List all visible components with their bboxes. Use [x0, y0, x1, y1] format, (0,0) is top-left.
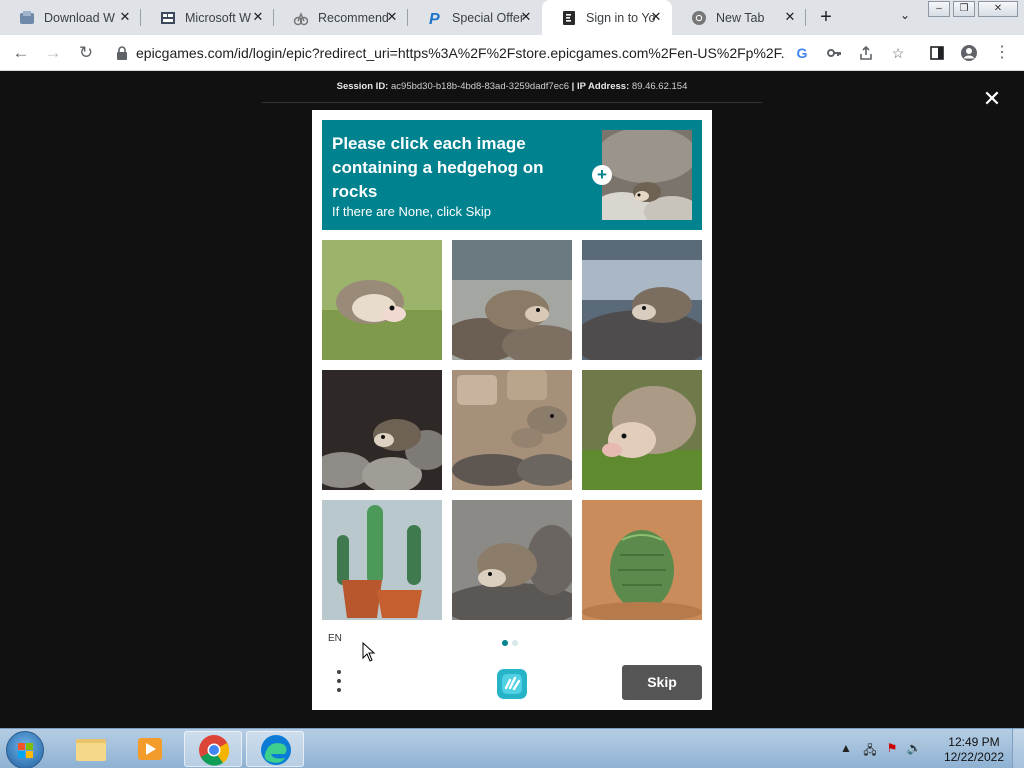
clock[interactable]: 12:49 PM 12/22/2022 [944, 735, 1004, 765]
windows-start-button[interactable] [6, 731, 44, 768]
chrome-taskbar-icon[interactable] [184, 731, 242, 767]
browser-toolbar: ← → ↻ epicgames.com/id/login/epic?redire… [0, 35, 1024, 71]
url-text: epicgames.com/id/login/epic?redirect_uri… [136, 45, 786, 61]
close-icon[interactable]: ✕ [518, 9, 534, 25]
chrome-icon [690, 9, 708, 27]
skip-button[interactable]: Skip [622, 665, 702, 700]
forward-arrow-icon[interactable]: → [42, 42, 64, 64]
microsoft-site-icon [159, 9, 177, 27]
image-tile[interactable] [322, 500, 442, 620]
page-content: Session ID: ac95bd30-b18b-4bd8-83ad-3259… [0, 71, 1024, 728]
image-tile[interactable] [582, 370, 702, 490]
tab-title: New Tab [716, 10, 765, 25]
image-tile[interactable] [322, 240, 442, 360]
language-selector[interactable]: EN [328, 633, 342, 644]
tab-title: Special Offer [452, 10, 525, 25]
close-icon[interactable]: ✕ [117, 9, 133, 25]
epic-games-icon [560, 9, 578, 27]
ip-address: 89.46.62.154 [631, 81, 688, 92]
clock-date: 12/22/2022 [943, 750, 1004, 764]
address-bar[interactable]: epicgames.com/id/login/epic?redirect_uri… [106, 39, 786, 67]
reload-icon[interactable]: ↻ [75, 42, 97, 64]
file-explorer-icon[interactable] [62, 731, 120, 767]
tab-title: Download W [44, 10, 115, 25]
taskbar: ▲ 🖧 ⚑ 🔊 12:49 PM 12/22/2022 [0, 728, 1024, 768]
captcha-prompt: Please click each image containing a hed… [332, 134, 544, 201]
download-site-icon [18, 9, 36, 27]
close-icon[interactable]: ✕ [782, 9, 798, 25]
side-panel-icon[interactable] [927, 43, 947, 63]
divider [262, 102, 762, 103]
new-tab-button[interactable]: + [815, 6, 837, 28]
restore-button[interactable]: ❐ [953, 1, 975, 17]
tab-new-tab[interactable]: New Tab ✕ [672, 0, 806, 35]
back-arrow-icon[interactable]: ← [10, 42, 32, 64]
captcha-subprompt: If there are None, click Skip [332, 204, 491, 219]
image-tile[interactable] [452, 500, 572, 620]
window-close-button[interactable]: ✕ [978, 1, 1018, 17]
image-grid [322, 240, 702, 620]
session-label: Session ID: [336, 81, 389, 92]
page-dot [512, 640, 518, 646]
recommend-site-icon [292, 9, 310, 27]
close-icon[interactable]: ✕ [250, 9, 266, 25]
volume-icon[interactable]: 🔊 [906, 741, 922, 757]
session-separator: | [571, 81, 575, 92]
page-dot-active [502, 640, 508, 646]
close-icon[interactable]: ✕ [648, 9, 664, 25]
image-tile[interactable] [322, 370, 442, 490]
tab-title: Microsoft W [185, 10, 251, 25]
reference-image[interactable] [602, 130, 692, 220]
image-tile[interactable] [452, 240, 572, 360]
tab-sign-in[interactable]: Sign in to Yo ✕ [542, 0, 672, 35]
star-icon[interactable]: ☆ [888, 43, 908, 63]
show-hidden-icons[interactable]: ▲ [838, 741, 854, 757]
mouse-cursor-icon [362, 641, 376, 667]
session-id: ac95bd30-b18b-4bd8-83ad-3259dadf7ec6 [391, 81, 570, 92]
clock-time: 12:49 PM [948, 735, 1000, 749]
tab-separator [805, 9, 806, 26]
lock-icon [116, 46, 128, 60]
profile-avatar-icon[interactable] [959, 43, 979, 63]
image-tile[interactable] [582, 500, 702, 620]
chevron-down-icon[interactable]: ⌄ [895, 8, 915, 26]
tab-special-offer[interactable]: P Special Offer ✕ [408, 0, 542, 35]
close-icon[interactable]: ✕ [384, 9, 400, 25]
image-tile[interactable] [582, 240, 702, 360]
tab-strip: Download W ✕ Microsoft W ✕ Recommend ✕ P… [0, 0, 1024, 35]
paypal-icon: P [426, 9, 444, 27]
close-icon[interactable]: ✕ [982, 88, 1002, 110]
captcha-challenge: Please click each image containing a hed… [312, 110, 712, 710]
image-tile[interactable] [452, 370, 572, 490]
plus-icon[interactable]: + [592, 165, 612, 185]
show-desktop-button[interactable] [1012, 729, 1024, 768]
kebab-menu-icon[interactable]: ⋮ [992, 43, 1012, 63]
key-icon[interactable] [824, 43, 844, 63]
action-center-icon[interactable]: ⚑ [884, 741, 900, 757]
tab-title: Recommend [318, 10, 389, 25]
share-icon[interactable] [856, 43, 876, 63]
system-tray: ▲ 🖧 ⚑ 🔊 12:49 PM 12/22/2022 [834, 729, 1024, 768]
tab-microsoft[interactable]: Microsoft W ✕ [141, 0, 274, 35]
edge-taskbar-icon[interactable] [246, 731, 304, 767]
media-player-icon[interactable] [122, 731, 180, 767]
svg-text:P: P [429, 11, 440, 26]
hcaptcha-logo-icon[interactable] [494, 666, 530, 702]
captcha-prompt-banner: Please click each image containing a hed… [322, 120, 702, 230]
network-icon[interactable]: 🖧 [862, 741, 878, 757]
more-options-icon[interactable] [334, 668, 344, 696]
tab-download[interactable]: Download W ✕ [0, 0, 141, 35]
ip-label: IP Address: [576, 81, 630, 92]
minimize-button[interactable]: – [928, 1, 950, 17]
google-icon[interactable]: G [792, 43, 812, 63]
session-info: Session ID: ac95bd30-b18b-4bd8-83ad-3259… [0, 81, 1024, 92]
tab-recommend[interactable]: Recommend ✕ [274, 0, 408, 35]
